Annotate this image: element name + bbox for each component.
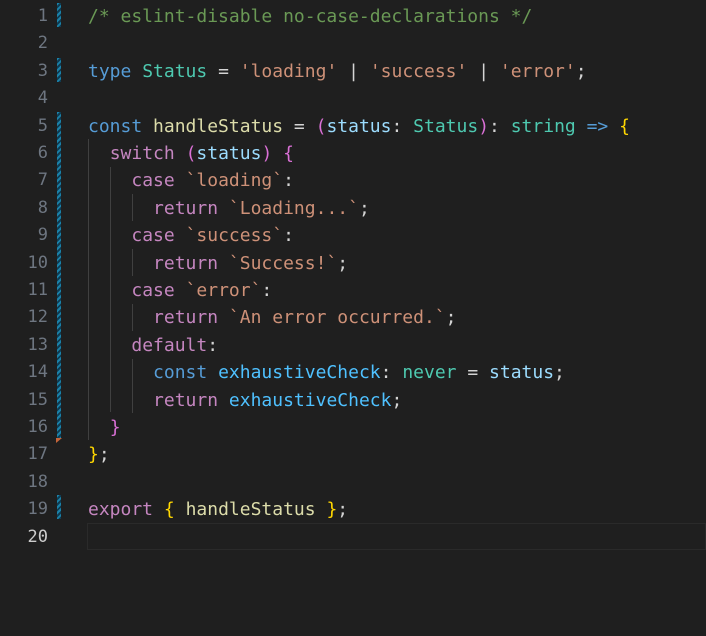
line-number: 4 (37, 88, 48, 109)
code-line[interactable]: 2 (0, 30, 706, 57)
line-number: 20 (27, 526, 48, 547)
code-line[interactable]: 14 const exhaustiveCheck: never = status… (0, 359, 706, 386)
line-number: 10 (27, 252, 48, 273)
line-code[interactable]: const exhaustiveCheck: never = status; (88, 359, 565, 386)
code-line[interactable]: 11 case `error`: (0, 277, 706, 304)
line-number: 8 (37, 197, 48, 218)
code-line[interactable]: 13 default: (0, 332, 706, 359)
line-number: 19 (27, 499, 48, 520)
line-number: 12 (27, 307, 48, 328)
code-line[interactable]: 17 }; (0, 441, 706, 468)
line-code[interactable]: return `Success!`; (88, 250, 348, 277)
code-line[interactable]: 5 const handleStatus = (status: Status):… (0, 113, 706, 140)
code-line[interactable]: 4 (0, 85, 706, 112)
line-number: 5 (37, 115, 48, 136)
line-number: 16 (27, 417, 48, 437)
line-code[interactable]: export { handleStatus }; (88, 496, 348, 523)
line-number: 6 (37, 143, 48, 163)
line-number: 11 (27, 280, 48, 300)
line-number: 17 (27, 444, 48, 465)
line-code[interactable]: } (88, 414, 121, 441)
line-code[interactable]: default: (88, 332, 218, 359)
code-line[interactable]: 20 (0, 524, 706, 551)
code-line[interactable]: 18 (0, 469, 706, 496)
line-code[interactable]: const handleStatus = (status: Status): s… (88, 113, 630, 140)
line-number: 13 (27, 334, 48, 355)
line-code[interactable]: return `Loading...`; (88, 195, 370, 222)
line-number: 9 (37, 225, 48, 246)
line-code[interactable]: case `loading`: (88, 167, 294, 194)
line-number: 2 (37, 33, 48, 54)
line-code[interactable]: switch (status) { (88, 140, 294, 167)
line-code[interactable]: case `success`: (88, 222, 294, 249)
code-line[interactable]: 12 return `An error occurred.`; (0, 304, 706, 331)
line-number: 14 (27, 362, 48, 383)
line-code[interactable]: /* eslint-disable no-case-declarations *… (88, 3, 532, 30)
code-line[interactable]: 8 return `Loading...`; (0, 195, 706, 222)
line-number: 18 (27, 471, 48, 492)
code-line[interactable]: 1 /* eslint-disable no-case-declarations… (0, 3, 706, 30)
line-code[interactable]: case `error`: (88, 277, 272, 304)
line-code[interactable]: return exhaustiveCheck; (88, 387, 402, 414)
code-line[interactable]: 10 return `Success!`; (0, 250, 706, 277)
code-line[interactable]: 6 switch (status) { (0, 140, 706, 167)
line-code[interactable]: return `An error occurred.`; (88, 304, 456, 331)
line-number: 1 (37, 6, 48, 26)
code-line[interactable]: 7 case `loading`: (0, 167, 706, 194)
line-number: 3 (37, 60, 48, 81)
code-line[interactable]: 9 case `success`: (0, 222, 706, 249)
code-line[interactable]: 19 export { handleStatus }; (0, 496, 706, 523)
code-line[interactable]: 3 type Status = 'loading' | 'success' | … (0, 58, 706, 85)
code-line[interactable]: 16 } (0, 414, 706, 441)
code-editor[interactable]: 1 /* eslint-disable no-case-declarations… (0, 0, 706, 636)
line-number: 7 (37, 170, 48, 191)
line-code[interactable]: }; (88, 441, 110, 468)
line-number: 15 (27, 389, 48, 410)
code-line[interactable]: 15 return exhaustiveCheck; (0, 387, 706, 414)
line-code[interactable]: type Status = 'loading' | 'success' | 'e… (88, 58, 587, 85)
